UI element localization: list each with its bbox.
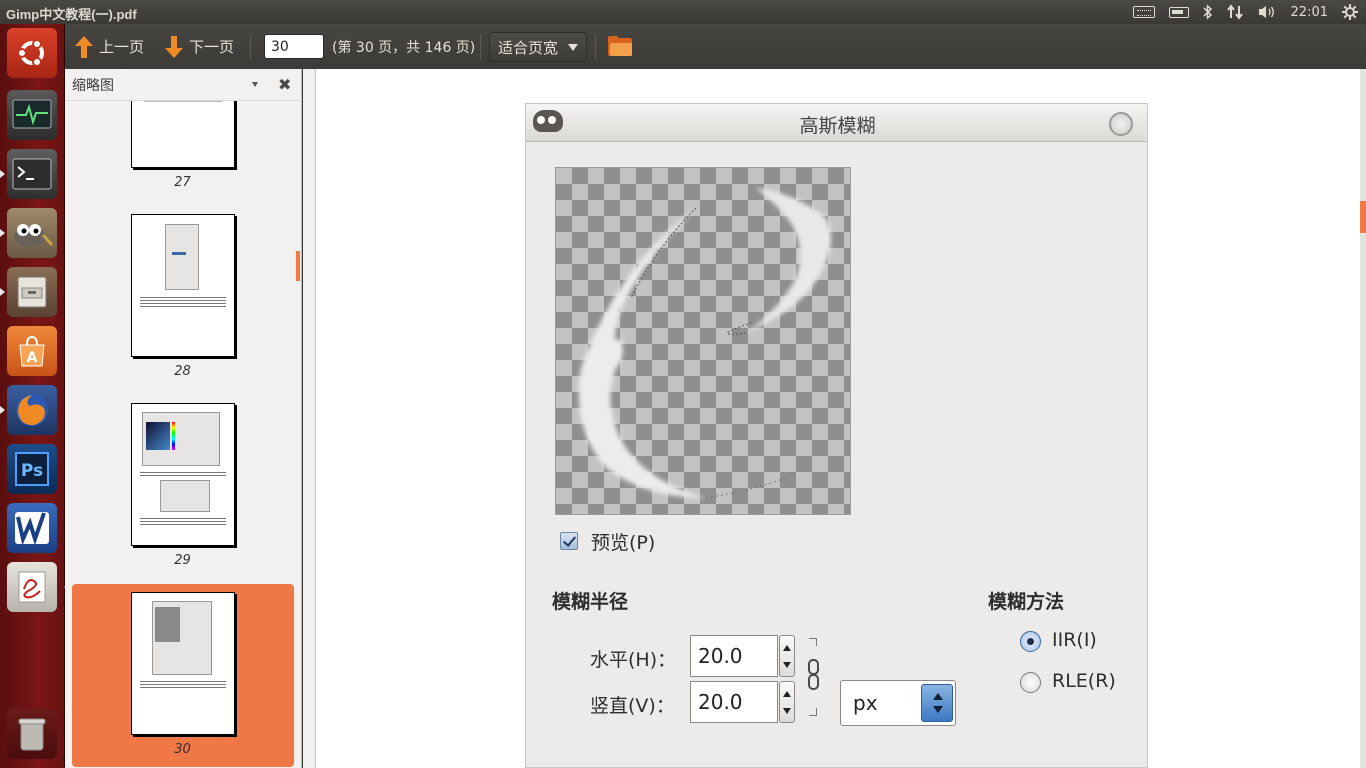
vertical-spin-buttons [779,681,795,723]
preview-label: 预览(P) [591,532,656,554]
sidebar-scroll-marker [296,251,300,281]
battery-icon[interactable] [1168,3,1189,21]
zoom-select-label: 适合页宽 [498,38,559,57]
blurred-crescent-shape [578,188,831,499]
indicator-area: 22:01 [1132,2,1358,22]
prev-page-label: 上一页 [99,38,145,56]
blur-radius-heading: 模糊半径 [552,591,629,613]
scroll-position-marker[interactable] [1360,201,1366,233]
toolbar: 上一页 下一页 (第 30 页，共 146 页) 适合页宽 [65,24,1366,69]
gaussian-blur-dialog-image: 高斯模糊 预览(P) 模糊半径 模糊方法 水平(H)： 20.0 竖直(V)： … [525,103,1148,768]
preview-checkbox [560,532,578,550]
pdf-reader-icon[interactable] [7,562,69,612]
terminal-icon[interactable] [0,149,57,199]
page-number-input[interactable] [264,34,324,59]
bluetooth-icon[interactable] [1203,3,1213,21]
open-folder-icon[interactable] [608,36,632,56]
sidebar-header: 缩略图 ✖ [65,69,302,101]
horizontal-radius-input: 20.0 [690,635,778,677]
file-cabinet-icon[interactable] [0,267,57,317]
prev-page-button[interactable]: 上一页 [75,24,144,69]
rle-radio [1020,672,1041,693]
thumbnail-label: 30 [174,742,191,757]
unit-spin-icon [921,684,953,722]
system-monitor-icon[interactable] [7,90,57,140]
network-icon[interactable] [1226,3,1243,21]
thumbnail-page-29[interactable] [131,403,235,546]
thumbnail-label: 29 [174,553,191,568]
iir-radio [1020,631,1041,652]
unit-select-value: px [853,691,878,715]
launcher: A Ps [0,24,69,768]
thumbnail-page-28[interactable] [131,214,235,357]
svg-text:A: A [27,350,38,366]
vertical-radius-input: 20.0 [690,681,778,723]
session-gear-icon[interactable] [1342,3,1358,21]
unit-select: px [840,680,956,726]
volume-icon[interactable] [1257,3,1277,21]
firefox-icon[interactable] [0,385,57,435]
ubuntu-logo-icon[interactable] [7,28,57,78]
toolbar-separator [595,34,596,60]
horizontal-label: 水平(H)： [590,649,677,671]
window-title: Gimp中文教程(一).pdf [6,7,137,22]
horizontal-spin-buttons [779,635,795,677]
dialog-title: 高斯模糊 [799,115,876,137]
document-page: 高斯模糊 预览(P) 模糊半径 模糊方法 水平(H)： 20.0 竖直(V)： … [315,69,1360,768]
arrow-down-icon [165,35,183,58]
chevron-down-icon [568,43,579,51]
blur-method-heading: 模糊方法 [988,591,1065,613]
vertical-label: 竖直(V)： [590,695,675,717]
blur-preview-area [555,167,851,515]
wps-writer-icon[interactable] [7,503,57,553]
dialog-close-icon [1109,112,1133,136]
keyboard-icon[interactable] [1132,3,1155,21]
toolbar-separator [480,34,481,60]
thumbnail-sidebar: 缩略图 ✖ 27 28 29 30 [65,69,302,768]
next-page-label: 下一页 [189,38,235,56]
sidebar-menu-dropdown-icon[interactable] [252,82,258,87]
dialog-titlebar: 高斯模糊 [526,104,1147,142]
next-page-button[interactable]: 下一页 [165,24,234,69]
thumbnail-label: 27 [174,175,191,190]
sidebar-title: 缩略图 [72,77,114,94]
top-panel: Gimp中文教程(一).pdf 22:01 [0,0,1366,24]
iir-label: IIR(I) [1052,629,1097,651]
thumbnail-page-30[interactable] [131,592,235,735]
page-info: (第 30 页，共 146 页) [332,39,476,56]
close-icon[interactable]: ✖ [278,75,291,94]
zoom-select[interactable]: 适合页宽 [489,32,587,62]
thumbnail-list: 27 28 29 30 [65,101,300,768]
arrow-up-icon [75,35,93,58]
thumbnail-label: 28 [174,364,191,379]
svg-text:Ps: Ps [21,461,43,481]
software-center-icon[interactable]: A [7,326,57,376]
vertical-scrollbar[interactable] [1360,69,1366,768]
gimp-icon[interactable] [0,208,57,258]
clock[interactable]: 22:01 [1291,3,1328,21]
document-view[interactable]: 高斯模糊 预览(P) 模糊半径 模糊方法 水平(H)： 20.0 竖直(V)： … [303,69,1366,768]
trash-icon[interactable] [7,709,57,759]
thumbnail-page-27[interactable] [131,101,235,168]
rle-label: RLE(R) [1052,670,1116,692]
chain-link-icon [807,634,821,720]
photoshop-icon[interactable]: Ps [7,444,57,494]
toolbar-separator [250,34,251,60]
